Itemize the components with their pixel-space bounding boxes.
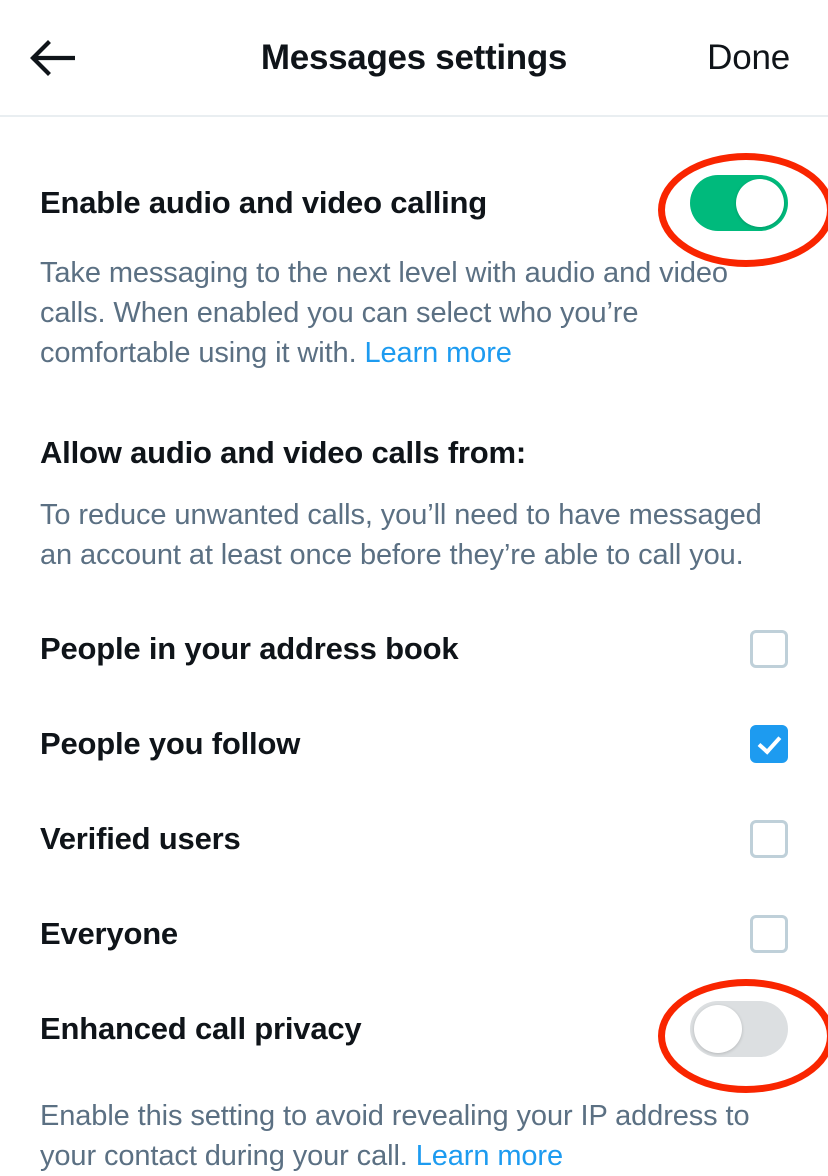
enable-calling-description: Take messaging to the next level with au… (40, 253, 788, 373)
allow-calls-options: People in your address book People you f… (40, 601, 788, 981)
enhanced-privacy-learn-more-link[interactable]: Learn more (416, 1140, 563, 1172)
settings-content: Enable audio and video calling Take mess… (0, 153, 828, 1176)
page-title: Messages settings (260, 38, 568, 77)
option-label: Everyone (40, 915, 178, 951)
enhanced-privacy-label: Enhanced call privacy (40, 1010, 362, 1046)
enhanced-privacy-row: Enhanced call privacy (40, 978, 828, 1093)
toggle-knob (694, 1004, 742, 1053)
allow-calls-heading: Allow audio and video calls from: (40, 435, 527, 470)
enhanced-privacy-description-text: Enable this setting to avoid revealing y… (40, 1100, 750, 1172)
allow-calls-section: Allow audio and video calls from: To red… (40, 433, 788, 981)
option-label: Verified users (40, 820, 241, 856)
enable-calling-section: Enable audio and video calling Take mess… (40, 153, 828, 373)
option-row-people-you-follow[interactable]: People you follow (40, 696, 788, 791)
enable-calling-learn-more-link[interactable]: Learn more (365, 337, 512, 369)
app-header: Messages settings Done (0, 0, 828, 117)
done-button[interactable]: Done (707, 30, 790, 86)
enhanced-privacy-toggle[interactable] (690, 1000, 788, 1057)
option-label: People in your address book (40, 630, 459, 666)
enhanced-privacy-description: Enable this setting to avoid revealing y… (40, 1096, 788, 1176)
checkbox-people-you-follow[interactable] (750, 724, 788, 763)
enable-calling-label: Enable audio and video calling (40, 185, 488, 220)
enhanced-privacy-section: Enhanced call privacy Enable this settin… (40, 978, 828, 1176)
option-label: People you follow (40, 725, 301, 761)
enable-calling-toggle[interactable] (690, 175, 788, 231)
option-row-verified-users[interactable]: Verified users (40, 791, 788, 886)
checkbox-verified-users[interactable] (750, 819, 788, 858)
option-row-everyone[interactable]: Everyone (40, 886, 788, 981)
allow-calls-description: To reduce unwanted calls, you’ll need to… (40, 499, 762, 571)
checkbox-everyone[interactable] (750, 914, 788, 953)
toggle-knob (736, 179, 784, 227)
option-row-address-book[interactable]: People in your address book (40, 601, 788, 696)
checkbox-address-book[interactable] (750, 629, 788, 668)
enable-calling-row: Enable audio and video calling (40, 153, 828, 267)
